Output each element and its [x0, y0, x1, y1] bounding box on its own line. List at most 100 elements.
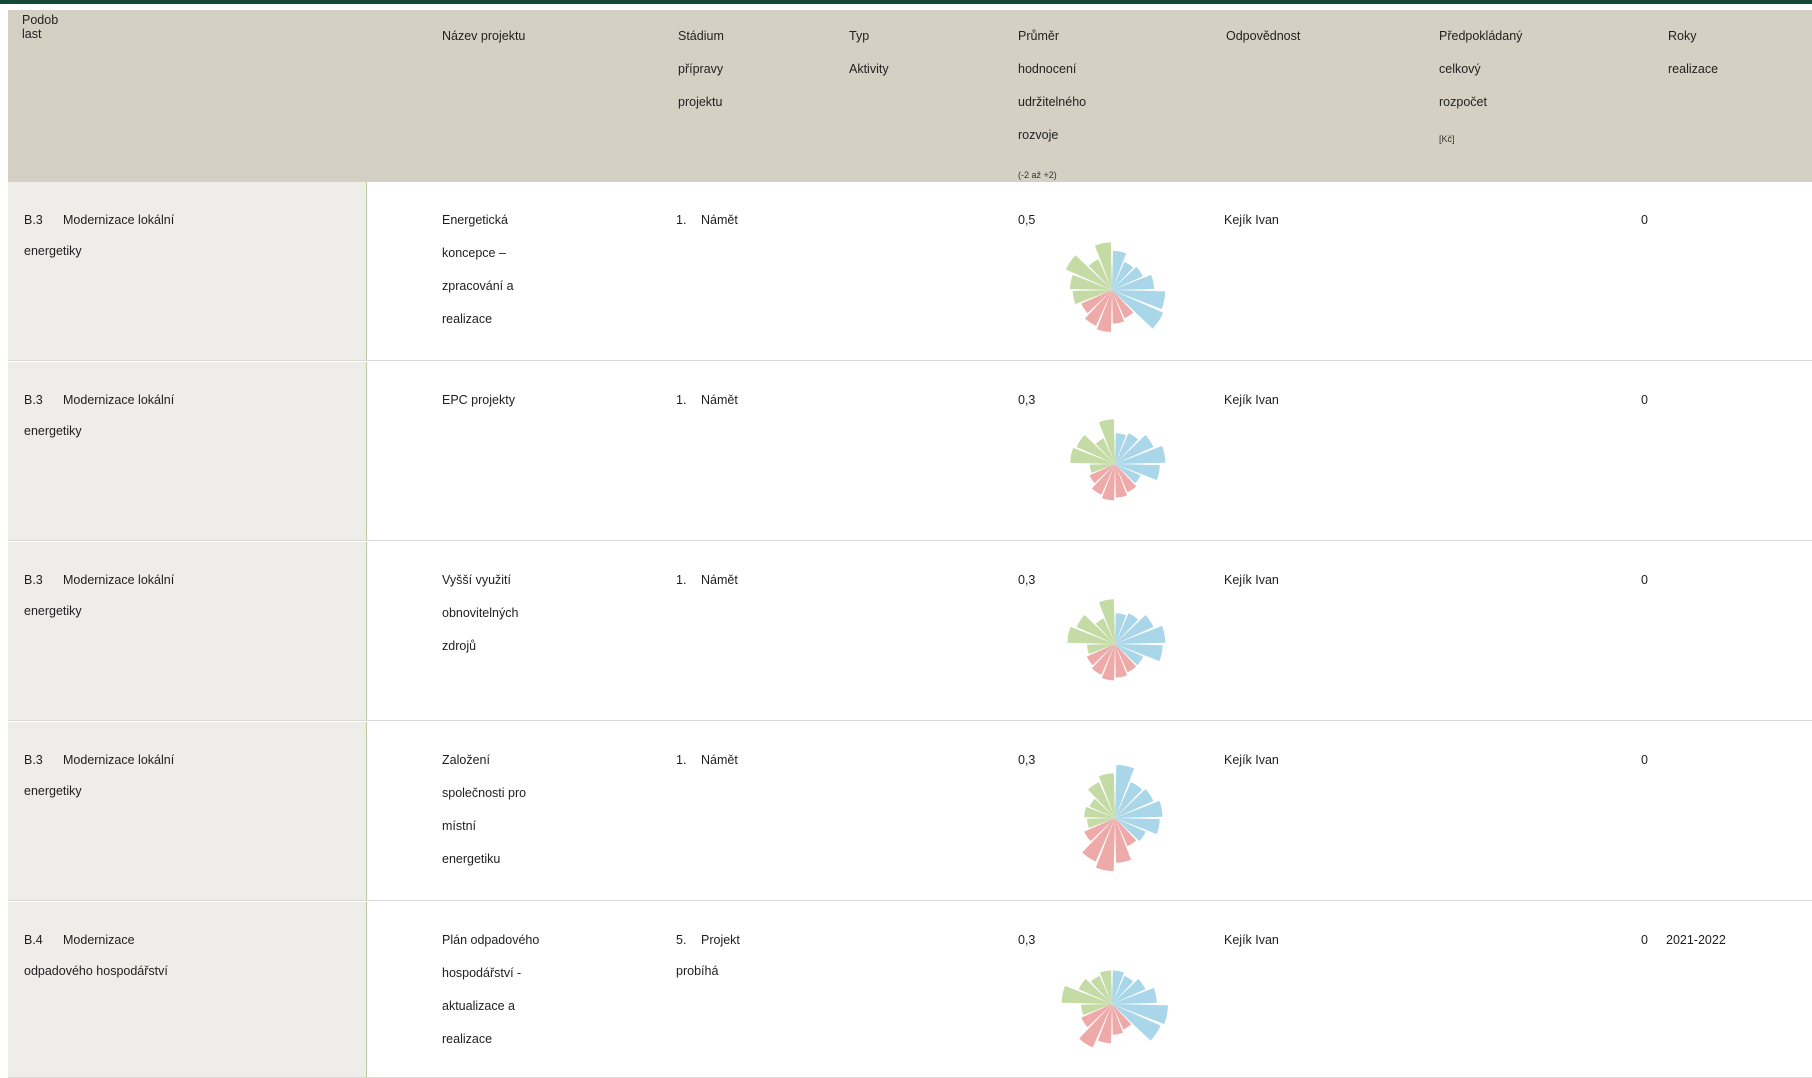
header-stage-line: projektu	[678, 95, 723, 109]
project-name-line: Energetická	[442, 213, 509, 227]
table-header: Podob last Název projektu Stádium přípra…	[8, 10, 1812, 182]
responsible-person: Kejík Ivan	[1224, 213, 1279, 227]
header-stage-line: přípravy	[678, 62, 724, 76]
header-activity-type: Typ Aktivity	[849, 20, 889, 86]
responsible-person: Kejík Ivan	[1224, 393, 1279, 407]
area-code: B.3	[24, 753, 43, 767]
budget-value: 0	[1641, 213, 1648, 227]
rose-chart-svg	[1067, 599, 1166, 681]
sustainability-rose-chart	[1052, 944, 1172, 1064]
project-name-line: Plán odpadového	[442, 933, 540, 947]
header-rating-line: hodnocení	[1018, 62, 1077, 76]
header-budget-line: rozpočet	[1439, 95, 1487, 109]
stage-label: probíhá	[676, 964, 719, 978]
left-margin	[0, 4, 8, 1077]
stage-number: 5.	[676, 933, 687, 947]
table-row: B.3 Modernizace lokální energetiky Založení…	[8, 722, 1812, 901]
header-stage-line: Stádium	[678, 29, 724, 43]
rose-chart-svg	[1065, 242, 1166, 332]
top-accent-bar	[0, 0, 1812, 4]
sustainability-rose-chart	[1055, 584, 1175, 704]
area-cell	[8, 182, 367, 360]
project-name-line: realizace	[442, 312, 493, 326]
stage-label: Námět	[701, 213, 738, 227]
stage-label: Námět	[701, 393, 738, 407]
stage-number: 1.	[676, 753, 687, 767]
sustainability-rose-chart	[1055, 404, 1175, 524]
project-name-line: zpracování a	[442, 279, 514, 293]
realization-years: 2021-2022	[1666, 933, 1726, 947]
header-responsibility: Odpovědnost	[1226, 20, 1300, 53]
responsible-person: Kejík Ivan	[1224, 753, 1279, 767]
average-rating: 0,5	[1018, 213, 1036, 227]
header-budget-unit: [Kč]	[1439, 134, 1455, 144]
table-row: B.3 Modernizace lokální energetiky Vyšší vy…	[8, 542, 1812, 721]
header-podoblast-line: last	[22, 27, 42, 41]
stage-number: 1.	[676, 393, 687, 407]
project-name-line: hospodářství -	[442, 966, 522, 980]
table-row: B.3 Modernizace lokální energetiky Energeti…	[8, 182, 1812, 361]
table-row: B.3 Modernizace lokální energetiky EPC proj…	[8, 362, 1812, 541]
sustainability-rose-chart	[1052, 230, 1172, 350]
header-responsibility-text: Odpovědnost	[1226, 29, 1301, 43]
header-type-line: Typ	[849, 29, 870, 43]
area-code: B.3	[24, 393, 43, 407]
header-rating-line: Průměr	[1018, 29, 1059, 43]
area-cell	[8, 902, 367, 1077]
project-name-line: energetiku	[442, 852, 501, 866]
area-cell	[8, 542, 367, 720]
area-code: B.4	[24, 933, 43, 947]
area-name-line: energetiky	[24, 604, 82, 618]
project-name-line: zdrojů	[442, 639, 477, 653]
budget-value: 0	[1641, 393, 1648, 407]
header-years: Roky realizace	[1668, 20, 1718, 86]
average-rating: 0,3	[1018, 393, 1036, 407]
rose-chart-svg	[1082, 764, 1163, 872]
area-code: B.3	[24, 213, 43, 227]
average-rating: 0,3	[1018, 933, 1036, 947]
area-name-line: Modernizace lokální	[63, 393, 175, 407]
area-name-line: energetiky	[24, 424, 82, 438]
project-name-line: realizace	[442, 1032, 493, 1046]
stage-label: Námět	[701, 753, 738, 767]
average-rating: 0,3	[1018, 573, 1036, 587]
header-budget-line: Předpokládaný	[1439, 29, 1523, 43]
area-name-line: odpadového hospodářství	[24, 964, 168, 978]
header-stage: Stádium přípravy projektu	[678, 20, 724, 119]
project-name-line: aktualizace a	[442, 999, 515, 1013]
project-name-line: společnosti pro	[442, 786, 527, 800]
average-rating: 0,3	[1018, 753, 1036, 767]
area-cell	[8, 722, 367, 900]
project-name-line: obnovitelných	[442, 606, 519, 620]
stage-number: 1.	[676, 573, 687, 587]
area-name-line: energetiky	[24, 784, 82, 798]
area-name-line: energetiky	[24, 244, 82, 258]
stage-label: Námět	[701, 573, 738, 587]
budget-value: 0	[1641, 573, 1648, 587]
stage-label: Projekt	[701, 933, 740, 947]
header-years-line: realizace	[1668, 62, 1719, 76]
area-name-line: Modernizace lokální	[63, 213, 175, 227]
rose-chart-svg	[1061, 970, 1168, 1048]
header-podoblast: Podob last	[22, 13, 58, 41]
area-name-line: Modernizace lokální	[63, 753, 175, 767]
header-rating-line: udržitelného	[1018, 95, 1087, 109]
area-name-line: Modernizace lokální	[63, 573, 175, 587]
header-type-line: Aktivity	[849, 62, 889, 76]
project-name-line: Založení	[442, 753, 490, 767]
responsible-person: Kejík Ivan	[1224, 933, 1279, 947]
header-rating-line: rozvoje	[1018, 128, 1059, 142]
area-cell	[8, 362, 367, 540]
header-project-name-text: Název projektu	[442, 29, 526, 43]
budget-value: 0	[1641, 753, 1648, 767]
area-name-line: Modernizace	[63, 933, 135, 947]
project-name-line: EPC projekty	[442, 393, 515, 407]
sustainability-rose-chart	[1055, 758, 1175, 878]
rose-chart-svg	[1070, 419, 1166, 501]
budget-value: 0	[1641, 933, 1648, 947]
project-name-line: koncepce –	[442, 246, 506, 260]
header-rating-range: (-2 až +2)	[1018, 170, 1057, 180]
header-budget-line: celkový	[1439, 62, 1481, 76]
project-name-line: Vyšší využití	[442, 573, 511, 587]
table-row: B.4 Modernizace odpadového hospodářství Plá…	[8, 902, 1812, 1078]
